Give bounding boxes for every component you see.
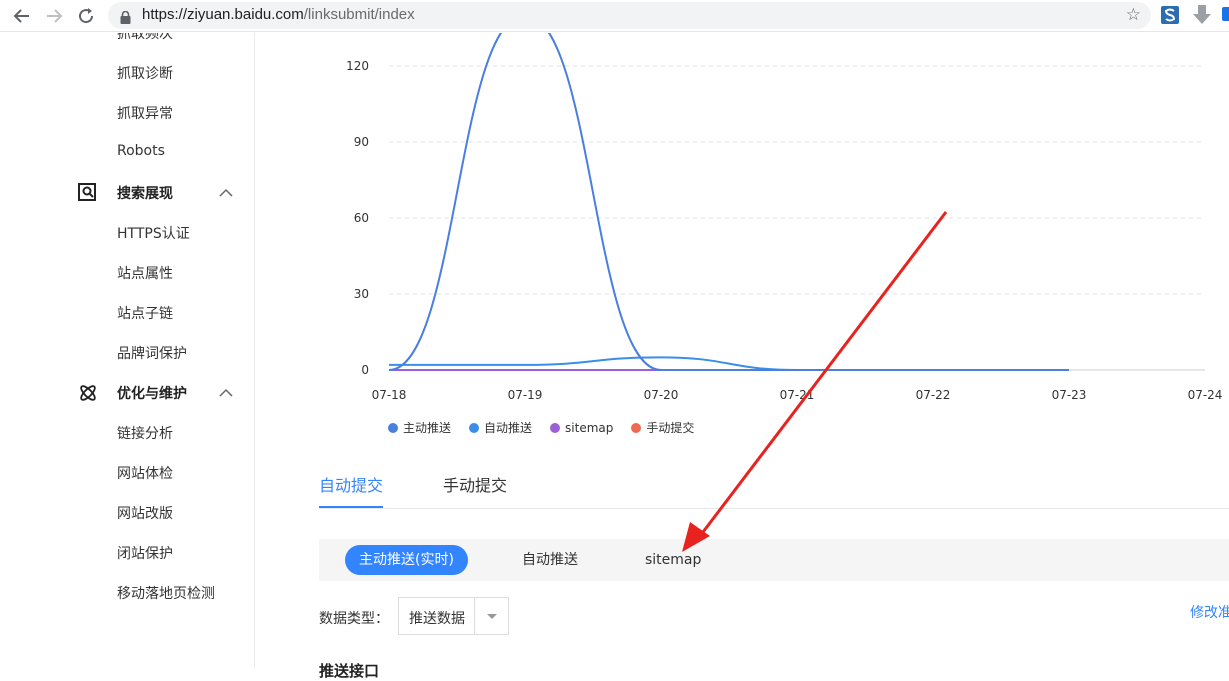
legend-dot-icon bbox=[388, 422, 398, 433]
sidebar-item-brand-protection[interactable]: 品牌词保护 bbox=[117, 343, 187, 363]
legend-item[interactable]: sitemap bbox=[550, 419, 613, 436]
url-text: https://ziyuan.baidu.com/linksubmit/inde… bbox=[142, 6, 415, 23]
series-line-1 bbox=[389, 356, 1069, 372]
x-tick-label: 07-23 bbox=[1052, 388, 1087, 402]
search-display-icon bbox=[78, 183, 98, 203]
reload-icon[interactable] bbox=[76, 6, 96, 26]
sidebar-group-label: 优化与维护 bbox=[117, 386, 187, 402]
tab-manual-submit[interactable]: 手动提交 bbox=[443, 472, 507, 508]
extension-s-icon[interactable] bbox=[1161, 6, 1179, 24]
legend-label: 自动推送 bbox=[484, 421, 533, 435]
submit-tabs: 自动提交 手动提交 bbox=[319, 472, 1229, 509]
legend-dot-icon bbox=[550, 422, 561, 433]
data-type-value: 推送数据 bbox=[409, 611, 465, 627]
back-arrow-icon[interactable] bbox=[12, 6, 32, 26]
sidebar-item-robots[interactable]: Robots bbox=[117, 143, 165, 159]
sidebar-group-search-display[interactable]: 搜索展现 bbox=[0, 181, 254, 205]
chart-legend: 主动推送 自动推送 sitemap 手动提交 bbox=[388, 419, 694, 436]
legend-item[interactable]: 自动推送 bbox=[469, 419, 532, 436]
address-bar[interactable]: https://ziyuan.baidu.com/linksubmit/inde… bbox=[108, 2, 1151, 29]
chevron-up-icon[interactable] bbox=[218, 185, 234, 201]
series-line-0 bbox=[388, 33, 1069, 372]
modify-link[interactable]: 修改准 bbox=[1190, 602, 1229, 622]
chart-plot: 0 30 60 90 120 07-18 07-19 07-20 07-21 07-22 07-23… bbox=[346, 33, 1223, 402]
legend-label: 手动提交 bbox=[646, 421, 695, 435]
browser-toolbar: https://ziyuan.baidu.com/linksubmit/inde… bbox=[0, 0, 1229, 32]
section-heading: 推送接口 bbox=[319, 662, 380, 680]
y-tick-label: 30 bbox=[354, 287, 369, 301]
subtab-sitemap[interactable]: sitemap bbox=[631, 545, 715, 575]
x-tick-label: 07-18 bbox=[372, 388, 407, 402]
sidebar-group-label: 搜索展现 bbox=[117, 186, 173, 202]
download-extension-icon[interactable] bbox=[1193, 5, 1211, 25]
sidebar-item-site-attributes[interactable]: 站点属性 bbox=[117, 263, 173, 283]
sidebar-item-site-revision[interactable]: 网站改版 bbox=[117, 503, 173, 523]
forward-arrow-icon[interactable] bbox=[44, 6, 64, 26]
sidebar-item-site-closure[interactable]: 闭站保护 bbox=[117, 543, 173, 563]
x-tick-label: 07-20 bbox=[644, 388, 679, 402]
url-host: https://ziyuan.baidu.com bbox=[142, 6, 304, 23]
sidebar-item-https[interactable]: HTTPS认证 bbox=[117, 223, 190, 243]
submission-chart: 0 30 60 90 120 07-18 07-19 07-20 07-21 07-22 07-23… bbox=[255, 33, 1229, 453]
atom-icon bbox=[78, 383, 98, 403]
caret-down-icon bbox=[487, 614, 497, 619]
y-tick-label: 90 bbox=[354, 135, 369, 149]
sidebar-item-site-checkup[interactable]: 网站体检 bbox=[117, 463, 173, 483]
legend-dot-icon bbox=[469, 422, 480, 433]
sidebar-group-optimize[interactable]: 优化与维护 bbox=[0, 381, 254, 405]
sidebar-item-crawl-frequency[interactable]: 抓取频次 bbox=[117, 33, 173, 43]
subtab-auto-push[interactable]: 自动推送 bbox=[508, 545, 592, 575]
url-path: /linksubmit/index bbox=[303, 6, 415, 23]
sidebar: 抓取频次 抓取诊断 抓取异常 Robots 搜索展现 HTTPS认证 站点属性 … bbox=[0, 33, 255, 668]
sidebar-item-mobile-landing[interactable]: 移动落地页检测 bbox=[117, 583, 215, 603]
y-tick-label: 60 bbox=[354, 211, 369, 225]
legend-dot-icon bbox=[631, 422, 642, 433]
legend-label: 主动推送 bbox=[403, 421, 452, 435]
extension-edge-icon[interactable] bbox=[1222, 7, 1229, 21]
sidebar-item-link-analysis[interactable]: 链接分析 bbox=[117, 423, 173, 443]
tab-auto-submit[interactable]: 自动提交 bbox=[319, 472, 384, 508]
subtab-active-push[interactable]: 主动推送(实时) bbox=[345, 545, 468, 575]
sidebar-item-sitelinks[interactable]: 站点子链 bbox=[117, 303, 173, 323]
bookmark-star-icon[interactable]: ☆ bbox=[1126, 5, 1141, 25]
x-tick-label: 07-24 bbox=[1188, 388, 1223, 402]
x-tick-label: 07-19 bbox=[508, 388, 543, 402]
legend-item[interactable]: 手动提交 bbox=[631, 419, 694, 436]
chevron-up-icon[interactable] bbox=[218, 385, 234, 401]
x-tick-label: 07-21 bbox=[780, 388, 815, 402]
data-type-select[interactable]: 推送数据 bbox=[398, 597, 509, 635]
sidebar-item-crawl-errors[interactable]: 抓取异常 bbox=[117, 103, 173, 123]
sidebar-item-crawl-diagnosis[interactable]: 抓取诊断 bbox=[117, 63, 173, 83]
submit-method-tabs: 主动推送(实时) 自动推送 sitemap bbox=[319, 539, 1229, 581]
legend-label: sitemap bbox=[565, 420, 614, 435]
legend-item[interactable]: 主动推送 bbox=[388, 419, 451, 436]
data-type-label: 数据类型： bbox=[319, 611, 389, 627]
dropdown-toggle[interactable] bbox=[474, 598, 508, 634]
y-tick-label: 120 bbox=[346, 59, 369, 73]
x-tick-label: 07-22 bbox=[916, 388, 951, 402]
y-tick-label: 0 bbox=[361, 363, 369, 377]
lock-icon bbox=[120, 9, 131, 28]
